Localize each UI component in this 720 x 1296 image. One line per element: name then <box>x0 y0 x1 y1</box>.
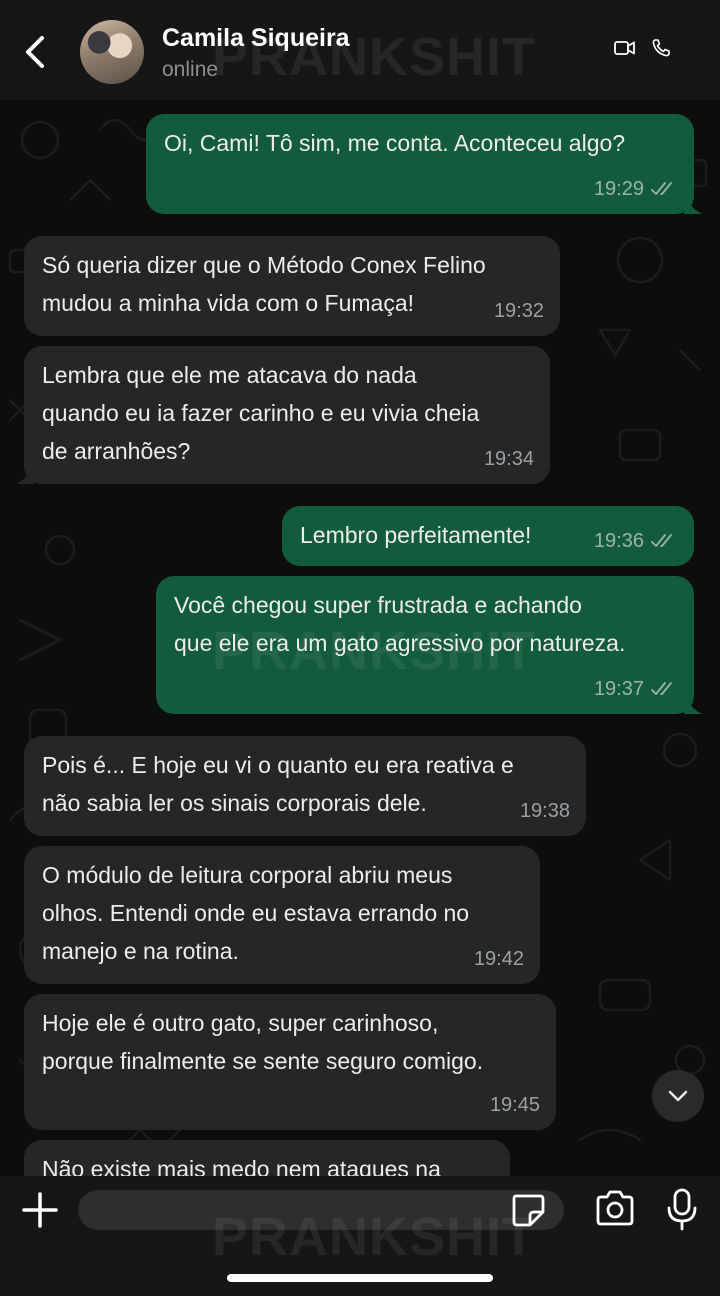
read-receipt-icon <box>651 182 672 195</box>
contact-name[interactable]: Camila Siqueira <box>162 24 350 53</box>
message-input[interactable] <box>78 1190 564 1230</box>
plus-icon[interactable] <box>20 1190 60 1230</box>
message-text: Pois é... E hoje eu vi o quanto eu era r… <box>42 752 514 816</box>
contact-status: online <box>162 58 219 81</box>
message-meta: 19:32 <box>494 292 544 330</box>
home-indicator[interactable] <box>227 1274 493 1282</box>
bubble-tail <box>684 194 702 214</box>
message-incoming[interactable]: Pois é... E hoje eu vi o quanto eu era r… <box>24 736 586 836</box>
back-button[interactable] <box>18 32 52 72</box>
message-incoming[interactable]: Não existe mais medo nem ataques na <box>24 1140 510 1176</box>
message-time: 19:38 <box>519 800 570 822</box>
message-meta: 19:45 <box>490 1086 540 1124</box>
message-incoming[interactable]: Só queria dizer que o Método Conex Felin… <box>24 236 560 336</box>
message-text: Oi, Cami! Tô sim, me conta. Aconteceu al… <box>164 130 626 156</box>
scroll-to-bottom-button[interactable] <box>652 1070 704 1122</box>
input-bar <box>0 1176 720 1296</box>
microphone-icon[interactable] <box>666 1188 698 1232</box>
message-meta: 19:42 <box>474 940 524 978</box>
voice-call-icon[interactable] <box>651 38 671 58</box>
message-time: 19:37 <box>593 678 644 700</box>
chevron-down-icon <box>668 1090 688 1102</box>
message-time: 19:32 <box>493 300 544 322</box>
message-text: O módulo de leitura corporal abriu meus … <box>42 862 470 964</box>
read-receipt-icon <box>651 534 672 547</box>
message-text: Só queria dizer que o Método Conex Felin… <box>42 252 486 316</box>
message-incoming[interactable]: Hoje ele é outro gato, super carinhoso, … <box>24 994 556 1130</box>
chat-area[interactable]: Oi, Cami! Tô sim, me conta. Aconteceu al… <box>0 100 720 1176</box>
sticker-icon[interactable] <box>510 1192 546 1228</box>
chat-header: Camila Siqueira online <box>0 0 720 100</box>
message-meta: 19:38 <box>520 792 570 830</box>
message-outgoing[interactable]: Oi, Cami! Tô sim, me conta. Aconteceu al… <box>146 114 694 214</box>
message-time: 19:34 <box>483 448 534 470</box>
avatar[interactable] <box>80 20 144 84</box>
bubble-tail <box>684 694 702 714</box>
bubble-tail <box>16 464 34 484</box>
message-text: Não existe mais medo nem ataques na <box>42 1156 441 1176</box>
message-outgoing[interactable]: Você chegou super frustrada e achando qu… <box>156 576 694 714</box>
message-time: 19:29 <box>593 178 644 200</box>
message-outgoing[interactable]: Lembro perfeitamente! 19:36 <box>282 506 694 566</box>
message-meta: 19:36 <box>594 522 678 560</box>
message-meta: 19:29 <box>594 170 678 208</box>
message-incoming[interactable]: Lembra que ele me atacava do nada quando… <box>24 346 550 484</box>
message-text: Hoje ele é outro gato, super carinhoso, … <box>42 1010 484 1074</box>
message-text: Você chegou super frustrada e achando qu… <box>174 592 626 656</box>
camera-icon[interactable] <box>594 1190 636 1226</box>
message-meta: 19:34 <box>484 440 534 478</box>
message-text: Lembra que ele me atacava do nada quando… <box>42 362 480 464</box>
read-receipt-icon <box>651 682 672 695</box>
message-time: 19:36 <box>593 530 644 552</box>
message-time: 19:45 <box>489 1094 540 1116</box>
message-time: 19:42 <box>473 948 524 970</box>
message-incoming[interactable]: O módulo de leitura corporal abriu meus … <box>24 846 540 984</box>
back-chevron-icon <box>26 36 44 68</box>
message-meta: 19:37 <box>594 670 678 708</box>
video-call-icon[interactable] <box>614 40 636 56</box>
